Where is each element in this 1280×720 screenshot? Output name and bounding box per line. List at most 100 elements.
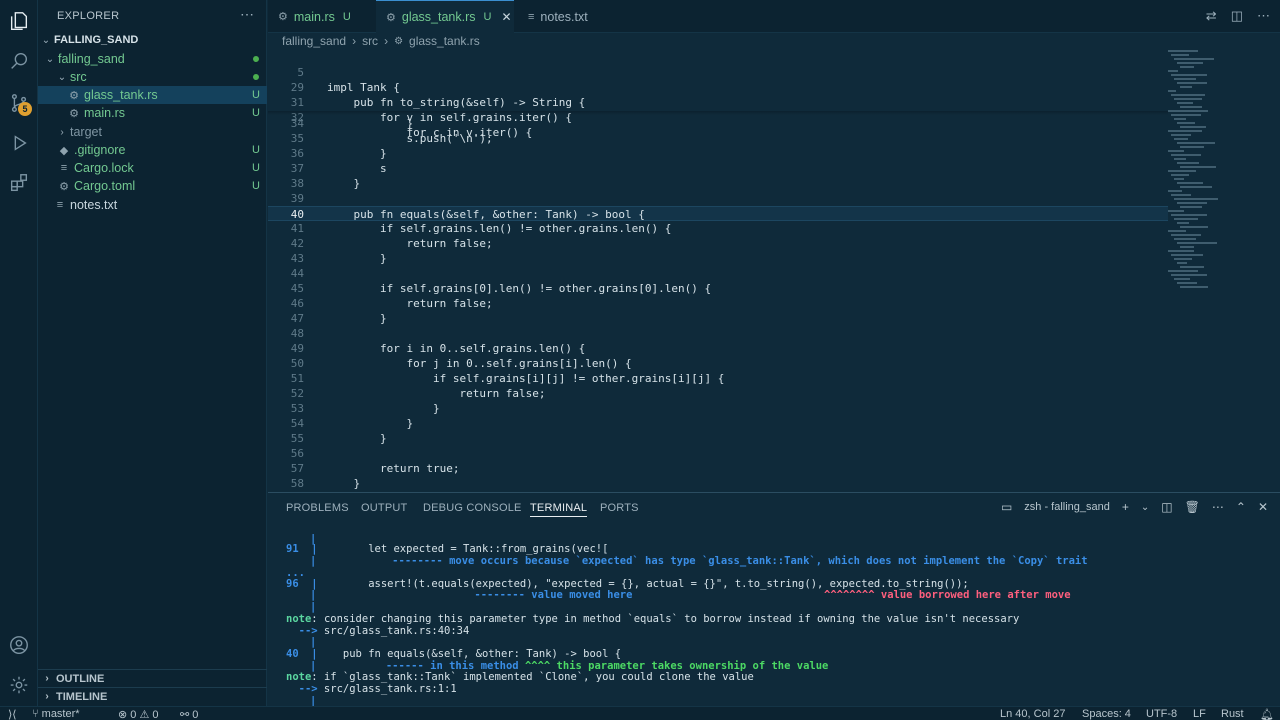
chevron-down-icon[interactable]: ⌄ <box>1141 502 1149 513</box>
code-line[interactable]: 43 } <box>268 251 1168 266</box>
run-debug-icon[interactable] <box>0 124 38 162</box>
tab-glass-tank-rs[interactable]: ⚙ glass_tank.rs U ✕ <box>376 0 514 33</box>
code-line[interactable]: 44 <box>268 266 1168 281</box>
tree-file-glass-tank[interactable]: ⚙ glass_tank.rs U <box>38 86 267 104</box>
tab-terminal[interactable]: TERMINAL <box>530 502 588 517</box>
compare-changes-icon[interactable]: ⇄ <box>1206 8 1217 24</box>
breadcrumb-item[interactable]: glass_tank.rs <box>409 34 480 48</box>
tab-debug-console[interactable]: DEBUG CONSOLE <box>423 502 522 514</box>
code-line[interactable]: 57 return true; <box>268 461 1168 476</box>
add-terminal-icon[interactable]: + <box>1122 500 1129 514</box>
more-actions-icon[interactable]: ⋯ <box>1257 8 1270 24</box>
code-line[interactable]: 52 return false; <box>268 386 1168 401</box>
line-number: 41 <box>290 222 304 235</box>
minimap-line <box>1177 82 1207 84</box>
code-line[interactable]: 42 return false; <box>268 236 1168 251</box>
minimap-line <box>1174 278 1190 280</box>
split-editor-icon[interactable]: ◫ <box>1231 8 1243 24</box>
code-line[interactable]: 35 s.push('\n'); <box>268 131 1168 146</box>
status-bar: ⟩⟨ ⑂ master* ⊗ 0 ⚠ 0 ⚯ 0 Ln 40, Col 27 S… <box>0 706 1280 720</box>
remote-icon[interactable]: ⟩⟨ <box>8 708 17 720</box>
code-line[interactable]: 37 s <box>268 161 1168 176</box>
code-editor[interactable]: 5 impl Tank { 29 pub fn to_string(&self)… <box>268 48 1168 492</box>
code-line[interactable]: 47 } <box>268 311 1168 326</box>
notifications-icon[interactable]: 🔔︎ <box>1260 708 1274 720</box>
settings-gear-icon[interactable] <box>0 666 38 704</box>
line-number: 51 <box>290 372 304 385</box>
extensions-icon[interactable] <box>0 164 38 202</box>
code-line[interactable]: 49 for i in 0..self.grains.len() { <box>268 341 1168 356</box>
trash-icon[interactable]: 🗑 <box>1185 500 1200 514</box>
tree-file-main[interactable]: ⚙ main.rs U <box>38 104 267 122</box>
branch-status[interactable]: ⑂ master* <box>32 708 80 720</box>
tab-problems[interactable]: PROBLEMS <box>286 502 349 514</box>
minimap-line <box>1177 102 1193 104</box>
tree-file-notes[interactable]: ≡ notes.txt <box>38 196 267 214</box>
tree-root-falling-sand[interactable]: ⌄ FALLING_SAND <box>38 31 267 49</box>
ports-status[interactable]: ⚯ 0 <box>180 708 198 720</box>
tree-file-gitignore[interactable]: ◆ .gitignore U <box>38 141 267 159</box>
code-line[interactable]: 54 } <box>268 416 1168 431</box>
source-control-icon[interactable]: 5 <box>0 84 38 122</box>
outline-section[interactable]: › OUTLINE <box>38 669 267 687</box>
breadcrumb-item[interactable]: src <box>362 34 378 48</box>
code-line[interactable]: 51 if self.grains[i][j] != other.grains[… <box>268 371 1168 386</box>
code-line[interactable]: 50 for j in 0..self.grains[i].len() { <box>268 356 1168 371</box>
code-text: pub fn equals(&self, &other: Tank) -> bo… <box>327 208 645 221</box>
split-terminal-icon[interactable]: ◫ <box>1161 500 1172 514</box>
tree-folder-target[interactable]: › target <box>38 123 267 141</box>
close-icon[interactable]: ✕ <box>1258 500 1268 514</box>
terminal-name[interactable]: zsh - falling_sand <box>1024 501 1110 513</box>
minimap[interactable] <box>1164 48 1280 492</box>
explorer-icon[interactable] <box>0 2 38 40</box>
language-mode[interactable]: Rust <box>1221 708 1244 720</box>
line-number: 49 <box>290 342 304 355</box>
code-line[interactable]: 58 } <box>268 476 1168 491</box>
code-line[interactable]: 53 } <box>268 401 1168 416</box>
modified-dot-icon <box>245 71 267 83</box>
cursor-position[interactable]: Ln 40, Col 27 <box>1000 708 1065 720</box>
code-line[interactable]: 48 <box>268 326 1168 341</box>
tab-notes-txt[interactable]: ≡ notes.txt <box>518 0 618 33</box>
tab-ports[interactable]: PORTS <box>600 502 639 514</box>
search-icon[interactable] <box>0 42 38 80</box>
close-icon[interactable]: ✕ <box>501 10 511 24</box>
code-line[interactable]: 38 } <box>268 176 1168 191</box>
code-line[interactable]: 39 <box>268 191 1168 206</box>
tab-output[interactable]: OUTPUT <box>361 502 407 514</box>
chevron-down-icon: ⌄ <box>57 71 67 83</box>
code-line[interactable]: 36 } <box>268 146 1168 161</box>
end-of-line[interactable]: LF <box>1193 708 1206 720</box>
minimap-line <box>1168 150 1184 152</box>
tree-file-cargo-toml[interactable]: ⚙ Cargo.toml U <box>38 177 267 195</box>
code-line[interactable]: 46 return false; <box>268 296 1168 311</box>
account-icon[interactable] <box>0 626 38 664</box>
indentation[interactable]: Spaces: 4 <box>1082 708 1131 720</box>
code-text: } <box>327 402 440 415</box>
line-number: 46 <box>290 297 304 310</box>
code-line[interactable]: 45 if self.grains[0].len() != other.grai… <box>268 281 1168 296</box>
more-actions-icon[interactable]: ⋯ <box>240 6 254 23</box>
problems-status[interactable]: ⊗ 0 ⚠ 0 <box>118 708 159 720</box>
modified-dot-icon <box>245 53 267 65</box>
tree-file-cargo-lock[interactable]: ≡ Cargo.lock U <box>38 159 267 177</box>
code-line[interactable]: 41 if self.grains.len() != other.grains.… <box>268 221 1168 236</box>
terminal-output[interactable]: | 91 | let expected = Tank::from_grains(… <box>286 533 1276 707</box>
chevron-right-icon: › <box>45 691 49 702</box>
activity-bar: 5 <box>0 0 38 706</box>
code-line[interactable]: 34 } <box>268 116 1168 131</box>
tree-folder-src[interactable]: ⌄ src <box>38 68 267 86</box>
chevron-up-icon[interactable]: ⌃ <box>1236 500 1246 514</box>
tree-folder-falling-sand[interactable]: ⌄ falling_sand <box>38 50 267 68</box>
breadcrumb-item[interactable]: falling_sand <box>282 34 346 48</box>
rust-file-icon: ⚙ <box>278 11 288 23</box>
code-line[interactable]: 56 <box>268 446 1168 461</box>
tab-main-rs[interactable]: ⚙ main.rs U <box>268 0 376 33</box>
code-line[interactable]: 55 } <box>268 431 1168 446</box>
encoding[interactable]: UTF-8 <box>1146 708 1177 720</box>
minimap-line <box>1171 154 1201 156</box>
code-line[interactable]: 40 pub fn equals(&self, &other: Tank) ->… <box>268 206 1168 221</box>
minimap-line <box>1180 106 1202 108</box>
more-actions-icon[interactable]: ⋯ <box>1212 500 1224 514</box>
timeline-section[interactable]: › TIMELINE <box>38 687 267 705</box>
